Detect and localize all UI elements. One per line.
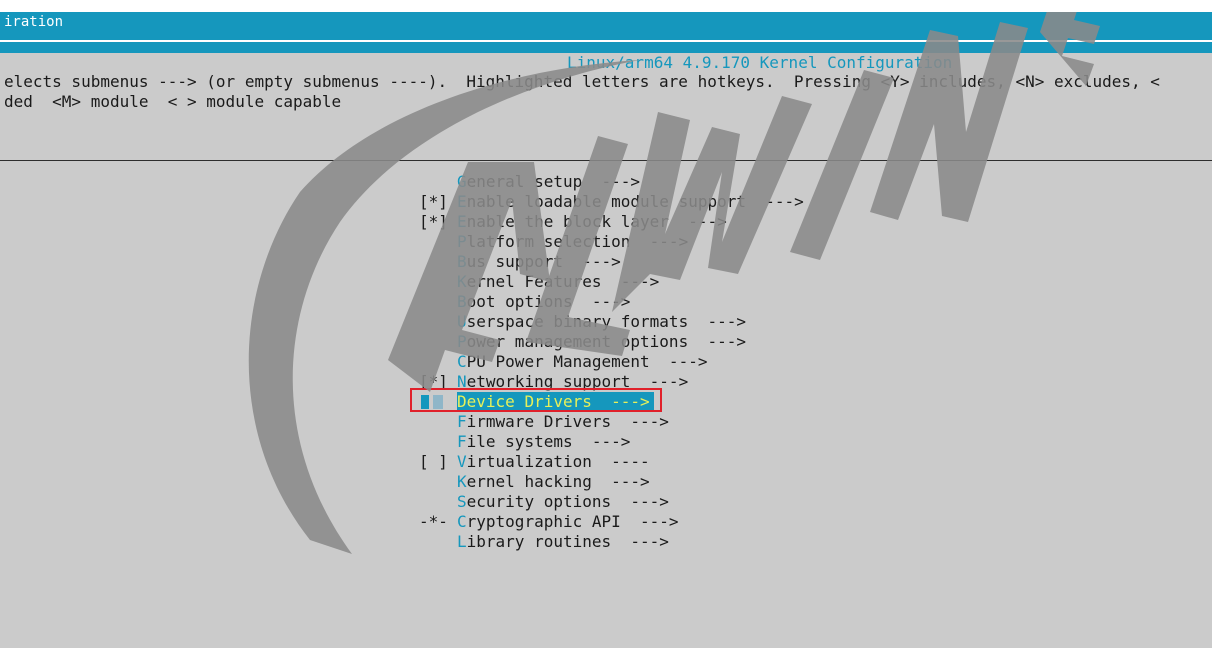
- menu-item-label: Security options --->: [457, 492, 669, 512]
- menu-item-text: us support --->: [466, 252, 621, 271]
- menu-item-hotkey: F: [457, 412, 467, 431]
- menu-item-label: File systems --->: [457, 432, 630, 452]
- menu-item-hotkey: C: [457, 512, 467, 531]
- menu-item-hotkey: U: [457, 312, 467, 331]
- menu-item-hotkey: P: [457, 232, 467, 251]
- menu-item-text: latform selection --->: [466, 232, 689, 251]
- menu-item-hotkey: E: [457, 192, 467, 211]
- menu-item-text: ile systems --->: [466, 432, 631, 451]
- menu-item-text: irmware Drivers --->: [466, 412, 669, 431]
- window-title: iration: [4, 14, 64, 30]
- menu-item-label: Platform selection --->: [457, 232, 688, 252]
- menu-item-hotkey: P: [457, 332, 467, 351]
- menu-item-text: PU Power Management --->: [466, 352, 708, 371]
- menu-item-label: Enable loadable module support --->: [457, 192, 804, 212]
- menu-item-label: Library routines --->: [457, 532, 669, 552]
- menu-item-prefix: [*]: [419, 212, 448, 231]
- menu-item-text: ibrary routines --->: [466, 532, 669, 551]
- menu-item-text: ernel Features --->: [466, 272, 660, 291]
- menu-item-text: nable the block layer --->: [466, 212, 727, 231]
- title-bar: iration: [0, 12, 1212, 42]
- menu-item-prefix: -*-: [419, 512, 448, 531]
- menu-item-label: Firmware Drivers --->: [457, 412, 669, 432]
- menu-item-text: oot options --->: [466, 292, 631, 311]
- menu-item-label: Power management options --->: [457, 332, 746, 352]
- menu-item-hotkey: S: [457, 492, 467, 511]
- menu-item-prefix: [ ]: [419, 452, 448, 471]
- menu-item-label: General setup --->: [457, 172, 640, 192]
- menu-item-text: ecurity options --->: [466, 492, 669, 511]
- menu-item-label: Bus support --->: [457, 252, 621, 272]
- menu-item-text: eneral setup --->: [466, 172, 641, 191]
- menu-separator: [0, 160, 1212, 161]
- menu-item-hotkey: B: [457, 292, 467, 311]
- kernel-config-title: Linux/arm64 4.9.170 Kernel Configuration: [567, 53, 953, 72]
- menu-item-label: Cryptographic API --->: [457, 512, 679, 532]
- menu-item-text: ower management options --->: [466, 332, 746, 351]
- menu-item-hotkey: K: [457, 272, 467, 291]
- menu-item-hotkey: C: [457, 352, 467, 371]
- menu-item-hotkey: V: [457, 452, 467, 471]
- menu-item-hotkey: E: [457, 212, 467, 231]
- menu-item-hotkey: B: [457, 252, 467, 271]
- menu-item-text: irtualization ----: [466, 452, 650, 471]
- header-band: [0, 42, 1212, 53]
- menu-item-label: Kernel Features --->: [457, 272, 659, 292]
- menu-item-text: ryptographic API --->: [466, 512, 679, 531]
- menu-item-hotkey: L: [457, 532, 467, 551]
- menu-item-label: Virtualization ----: [457, 452, 650, 472]
- menu-item-label: Boot options --->: [457, 292, 630, 312]
- menu-item-label: Kernel hacking --->: [457, 472, 650, 492]
- annotation-highlight-box: [410, 388, 662, 412]
- menu-item-text: serspace binary formats --->: [466, 312, 746, 331]
- menu-item-hotkey: G: [457, 172, 467, 191]
- help-text-line-1: elects submenus ---> (or empty submenus …: [4, 72, 1160, 91]
- menu-item-hotkey: K: [457, 472, 467, 491]
- terminal-screen: iration Linux/arm64 4.9.170 Kernel Confi…: [0, 12, 1212, 648]
- menu-item-label: Enable the block layer --->: [457, 212, 727, 232]
- menu-item-label: Userspace binary formats --->: [457, 312, 746, 332]
- menu-item-text: ernel hacking --->: [466, 472, 650, 491]
- menu-item-text: nable loadable module support --->: [466, 192, 804, 211]
- help-text-line-2: ded <M> module < > module capable: [4, 92, 342, 111]
- menu-item-hotkey: F: [457, 432, 467, 451]
- menu-item-label: CPU Power Management --->: [457, 352, 707, 372]
- menu-item-prefix: [*]: [419, 192, 448, 211]
